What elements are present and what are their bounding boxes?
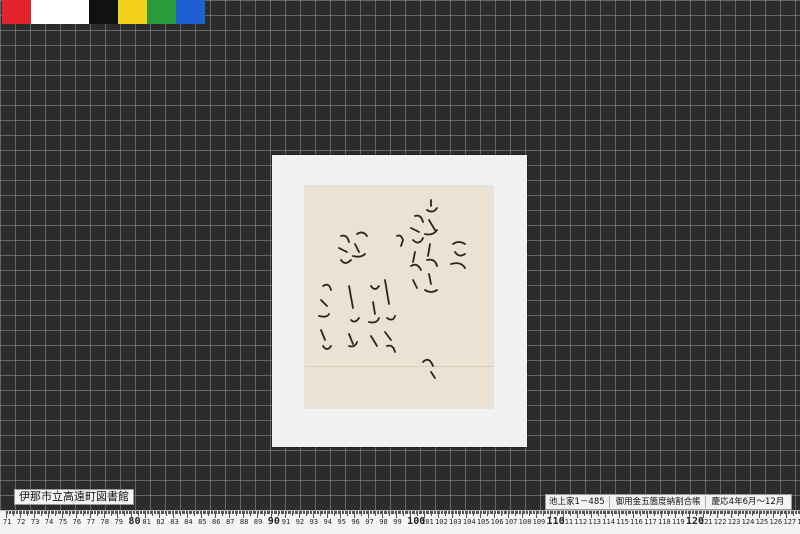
ruler-number: 80	[128, 516, 141, 527]
document-title: 御用金五箇度納割合帳	[616, 496, 706, 508]
ruler-number: 98	[379, 518, 388, 526]
ruler-number: 81	[142, 518, 151, 526]
ruler-number: 97	[365, 518, 374, 526]
ruler-number: 92	[295, 518, 305, 526]
ruler-number: 94	[323, 518, 332, 526]
ruler-number: 82	[156, 518, 165, 526]
ruler-number: 105	[476, 518, 490, 526]
ruler-number: 99	[393, 518, 402, 526]
ruler-number: 89	[253, 518, 263, 526]
catalog-number: 池上家1－485	[549, 496, 610, 508]
ruler-number: 96	[351, 518, 360, 526]
historical-document	[305, 186, 493, 408]
ruler-number: 101	[421, 518, 434, 526]
ruler-number: 78	[100, 518, 109, 526]
color-patch	[118, 0, 147, 24]
color-patch	[89, 0, 118, 24]
ruler-number: 71	[3, 518, 12, 526]
ruler-number: 75	[58, 518, 68, 526]
ruler-number: 93	[309, 518, 319, 526]
color-patch	[2, 0, 31, 24]
ruler-number: 116	[630, 518, 643, 526]
ruler-number: 119	[671, 518, 685, 526]
ruler-number: 104	[462, 518, 476, 526]
ruler-number: 114	[602, 518, 615, 526]
ruler-number: 84	[184, 518, 193, 526]
ruler-number: 77	[86, 518, 96, 526]
ruler-number: 73	[30, 518, 40, 526]
ruler-number: 117	[644, 518, 657, 526]
color-patch	[60, 0, 89, 24]
measuring-ruler: 71 72 73 74 75 76 77 78 79 80 81 82 83 84 85 86 87 88 89 90…	[0, 510, 800, 534]
ruler-number: 102	[435, 518, 448, 526]
ruler-number: 90	[267, 516, 280, 527]
ruler-number: 76	[72, 518, 82, 526]
ruler-number: 83	[170, 518, 179, 526]
ruler-number: 118	[658, 518, 671, 526]
ruler-number: 123	[727, 518, 741, 526]
ruler-number: 95	[337, 518, 346, 526]
ruler-number: 127	[783, 518, 797, 526]
ruler-number: 126	[769, 518, 783, 526]
document-date: 慶応4年6月～12月	[711, 497, 785, 507]
ruler-number: 112	[574, 518, 588, 526]
catalog-info-label: 池上家1－485 御用金五箇度納割合帳 慶応4年6月～12月	[545, 494, 793, 510]
calligraphy-strokes	[318, 199, 466, 379]
ruler-number: 87	[225, 518, 235, 526]
ruler-number: 103	[448, 518, 462, 526]
ruler-number: 86	[212, 518, 221, 526]
ruler-number: 122	[713, 518, 727, 526]
ruler-number: 79	[114, 518, 123, 526]
ruler-number: 115	[616, 518, 629, 526]
ruler-number: 121	[699, 518, 713, 526]
color-calibration-bar	[2, 0, 205, 24]
ruler-number: 72	[16, 518, 26, 526]
ruler-number: 85	[198, 518, 207, 526]
color-patch	[147, 0, 176, 24]
color-patch	[31, 0, 60, 24]
ruler-number: 91	[281, 518, 291, 526]
library-label: 伊那市立高遠町図書館	[14, 489, 134, 505]
ruler-number: 108	[518, 518, 532, 526]
ruler-number: 125	[755, 518, 769, 526]
ruler-number: 74	[44, 518, 54, 526]
ruler-number: 106	[490, 518, 504, 526]
ruler-number: 109	[532, 518, 546, 526]
ruler-number: 124	[741, 518, 755, 526]
ruler-number: 111	[560, 518, 574, 526]
ruler-number: 113	[588, 518, 602, 526]
ruler-number: 107	[504, 518, 518, 526]
color-patch	[176, 0, 205, 24]
ruler-number: 88	[239, 518, 249, 526]
